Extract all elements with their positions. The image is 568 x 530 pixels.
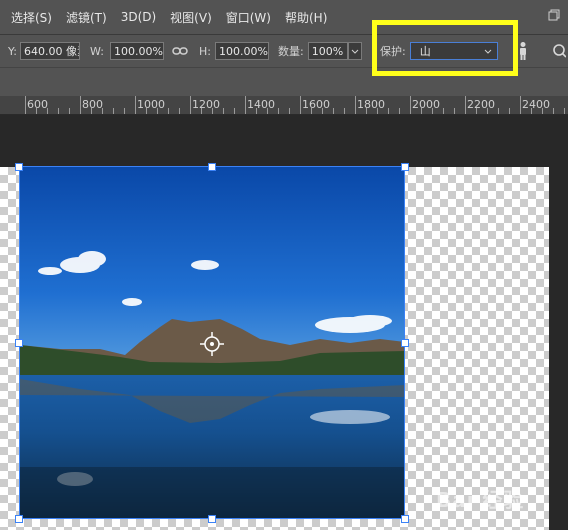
w-control: W: 100.00% [90,41,164,61]
ruler-label: 800 [82,98,103,111]
ruler-minor-tick [47,108,48,114]
chevron-down-icon [351,49,359,54]
ruler-label: 1600 [302,98,330,111]
ruler-minor-tick [322,108,323,114]
ruler-major-tick [80,96,81,114]
ruler-label: 2400 [522,98,550,111]
ruler-minor-tick [256,108,257,114]
ruler-minor-tick [58,108,59,114]
ruler-minor-tick [223,108,224,114]
ruler-minor-tick [399,108,400,114]
y-input[interactable]: 640.00 像素 [19,42,80,60]
ruler-minor-tick [102,108,103,114]
ruler-minor-tick [454,108,455,114]
ruler-minor-tick [366,108,367,114]
ruler-label: 1000 [137,98,165,111]
menu-view[interactable]: 视图(V) [163,9,219,26]
ruler-minor-tick [311,108,312,114]
ruler-minor-tick [531,108,532,114]
ruler-minor-tick [487,108,488,114]
ruler-minor-tick [377,108,378,114]
ruler-major-tick [135,96,136,114]
transform-handle-bottom-left[interactable] [15,515,23,523]
transform-handle-left[interactable] [15,339,23,347]
ruler-major-tick [410,96,411,114]
ruler-minor-tick [388,108,389,114]
menu-filter[interactable]: 滤镜(T) [59,9,114,26]
ruler-major-tick [465,96,466,114]
protect-skin-tones-icon[interactable] [516,41,530,61]
ruler-minor-tick [542,108,543,114]
ruler-minor-tick [91,108,92,114]
amount-control: 数量: 100% [278,41,362,61]
ruler-label: 1800 [357,98,385,111]
ruler-minor-tick [267,108,268,114]
protect-highlight-frame [372,20,518,76]
ruler-minor-tick [476,108,477,114]
search-icon[interactable] [552,43,566,59]
reference-point-icon[interactable] [200,332,224,356]
ruler-label: 2000 [412,98,440,111]
ruler-minor-tick [179,108,180,114]
menu-help[interactable]: 帮助(H) [278,9,334,26]
amount-dropdown-button[interactable] [347,42,362,60]
ruler-minor-tick [344,108,345,114]
ruler-minor-tick [432,108,433,114]
ruler-minor-tick [289,108,290,114]
ruler-minor-tick [234,108,235,114]
ruler-minor-tick [69,108,70,114]
ruler-label: 1400 [247,98,275,111]
transform-handle-bottom[interactable] [208,515,216,523]
ruler-minor-tick [201,108,202,114]
transform-handle-top-right[interactable] [401,163,409,171]
y-control: Y: 640.00 像素 [8,41,80,61]
ruler-minor-tick [278,108,279,114]
ruler-major-tick [25,96,26,114]
ruler-minor-tick [333,108,334,114]
ruler-minor-tick [509,108,510,114]
ruler-minor-tick [168,108,169,114]
link-icon[interactable] [172,45,188,57]
ruler-major-tick [520,96,521,114]
ruler-minor-tick [157,108,158,114]
w-label: W: [90,44,104,58]
height-input[interactable]: 100.00% [214,42,269,60]
ruler-label: 2200 [467,98,495,111]
horizontal-ruler: 600 800 1000 1200 1400 1600 1800 2000 2200 2400 [0,96,568,115]
amount-label: 数量: [278,45,304,58]
h-control: H: 100.00% [199,41,269,61]
h-label: H: [199,44,211,58]
ruler-minor-tick [553,108,554,114]
ruler-minor-tick [212,108,213,114]
watermark: Bai 经验 [436,488,525,512]
ruler-minor-tick [113,108,114,114]
ruler-label: 600 [27,98,48,111]
amount-input[interactable]: 100% [307,42,348,60]
ruler-major-tick [245,96,246,114]
transform-handle-top[interactable] [208,163,216,171]
ruler-minor-tick [443,108,444,114]
transform-handle-right[interactable] [401,339,409,347]
transform-handle-top-left[interactable] [15,163,23,171]
y-label: Y: [8,44,17,58]
menu-window[interactable]: 窗口(W) [219,9,278,26]
ruler-major-tick [300,96,301,114]
ruler-major-tick [355,96,356,114]
ruler-minor-tick [564,108,565,114]
ruler-minor-tick [124,108,125,114]
ruler-minor-tick [421,108,422,114]
ruler-label: 1200 [192,98,220,111]
restore-window-icon[interactable] [548,9,560,21]
ruler-major-tick [190,96,191,114]
ruler-minor-tick [146,108,147,114]
ruler-minor-tick [498,108,499,114]
width-input[interactable]: 100.00% [109,42,164,60]
menu-3d[interactable]: 3D(D) [114,10,163,24]
menu-select[interactable]: 选择(S) [4,9,59,26]
ruler-minor-tick [36,108,37,114]
transform-handle-bottom-right[interactable] [401,515,409,523]
